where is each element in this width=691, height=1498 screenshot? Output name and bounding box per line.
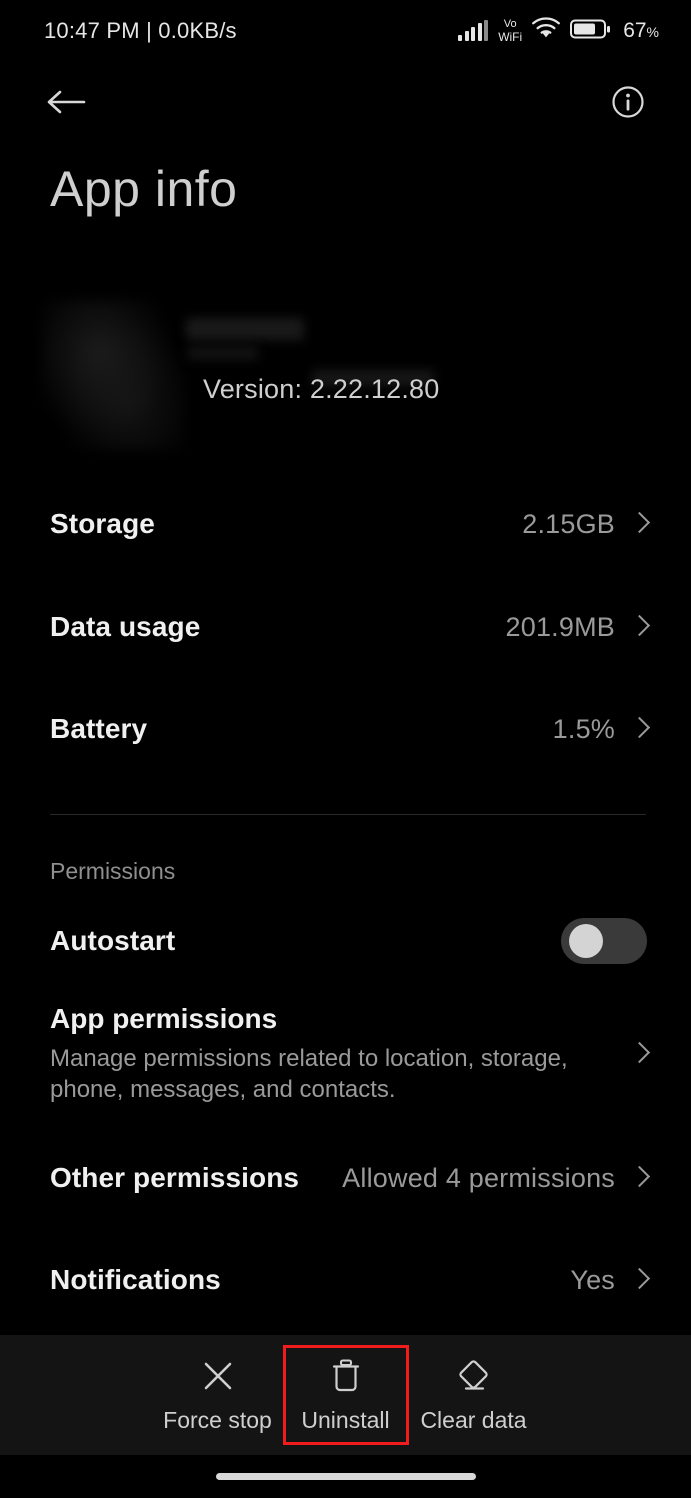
chevron-right-icon <box>631 1267 647 1293</box>
app-info-screen: 10:47 PM | 0.0KB/s Vo WiFi 67% App info … <box>0 0 691 1498</box>
force-stop-label: Force stop <box>163 1406 272 1433</box>
back-arrow-icon <box>47 90 86 114</box>
row-autostart[interactable]: Autostart <box>0 915 691 967</box>
row-app-permissions-description: Manage permissions related to location, … <box>50 1045 568 1103</box>
permissions-section-label: Permissions <box>50 858 176 884</box>
force-stop-button[interactable]: Force stop <box>158 1348 278 1442</box>
back-button[interactable] <box>44 79 90 125</box>
toggle-knob <box>569 924 603 958</box>
top-navigation-bar <box>0 62 691 142</box>
row-battery-label: Battery <box>50 713 148 744</box>
row-autostart-label: Autostart <box>50 925 176 956</box>
trash-icon <box>329 1357 363 1395</box>
volte-wifi-icon: Vo WiFi <box>498 18 523 44</box>
row-other-permissions-value: Allowed 4 permissions <box>342 1162 615 1193</box>
row-storage-label: Storage <box>50 508 155 539</box>
row-storage-value: 2.15GB <box>522 508 615 539</box>
chevron-right-icon <box>631 614 647 640</box>
volte-label-line1: Vo <box>503 18 517 30</box>
cellular-signal-icon <box>458 20 489 41</box>
app-version-label: Version: 2.22.12.80 <box>203 374 440 404</box>
volte-label-line2: WiFi <box>498 30 523 44</box>
info-circle-icon <box>612 86 644 118</box>
app-identity-header: Version: 2.22.12.80 <box>0 288 691 463</box>
status-bar: 10:47 PM | 0.0KB/s Vo WiFi 67% <box>0 0 691 62</box>
gesture-navigation-bar <box>0 1455 691 1498</box>
chevron-right-icon <box>631 716 647 742</box>
status-time-and-network-speed: 10:47 PM | 0.0KB/s <box>44 18 237 43</box>
row-notifications-value: Yes <box>570 1264 615 1295</box>
row-notifications-label: Notifications <box>50 1264 221 1295</box>
app-name-redacted <box>186 318 304 340</box>
row-data-usage-value: 201.9MB <box>505 611 615 642</box>
row-app-permissions[interactable]: App permissions Manage permissions relat… <box>0 1003 691 1105</box>
row-battery-value: 1.5% <box>552 713 615 744</box>
chevron-right-icon <box>631 1041 647 1067</box>
bottom-action-bar: Force stop Uninstall Clear data <box>0 1335 691 1455</box>
app-details-info-button[interactable] <box>605 79 651 125</box>
app-subtitle-redacted <box>188 346 258 360</box>
row-app-permissions-label: App permissions <box>50 1003 278 1034</box>
row-data-usage[interactable]: Data usage 201.9MB <box>0 601 691 653</box>
autostart-toggle[interactable] <box>561 918 647 964</box>
close-x-icon <box>200 1357 236 1395</box>
row-storage[interactable]: Storage 2.15GB <box>0 498 691 550</box>
section-divider <box>50 814 646 815</box>
row-other-permissions[interactable]: Other permissions Allowed 4 permissions <box>0 1152 691 1204</box>
uninstall-label: Uninstall <box>301 1406 390 1433</box>
clear-data-button[interactable]: Clear data <box>414 1348 534 1442</box>
row-other-permissions-label: Other permissions <box>50 1162 300 1193</box>
status-icons: Vo WiFi 67% <box>458 17 659 45</box>
row-data-usage-label: Data usage <box>50 611 201 642</box>
app-icon <box>42 300 184 450</box>
row-notifications[interactable]: Notifications Yes <box>0 1254 691 1306</box>
home-indicator-pill[interactable] <box>215 1473 476 1480</box>
row-battery[interactable]: Battery 1.5% <box>0 703 691 755</box>
clear-data-label: Clear data <box>420 1406 527 1433</box>
eraser-icon <box>455 1357 493 1395</box>
battery-percent-label: 67% <box>623 19 659 42</box>
wifi-icon <box>531 17 561 45</box>
chevron-right-icon <box>631 511 647 537</box>
uninstall-button[interactable]: Uninstall <box>282 1345 409 1445</box>
chevron-right-icon <box>631 1165 647 1191</box>
page-title: App info <box>50 161 238 217</box>
battery-icon <box>570 18 612 45</box>
